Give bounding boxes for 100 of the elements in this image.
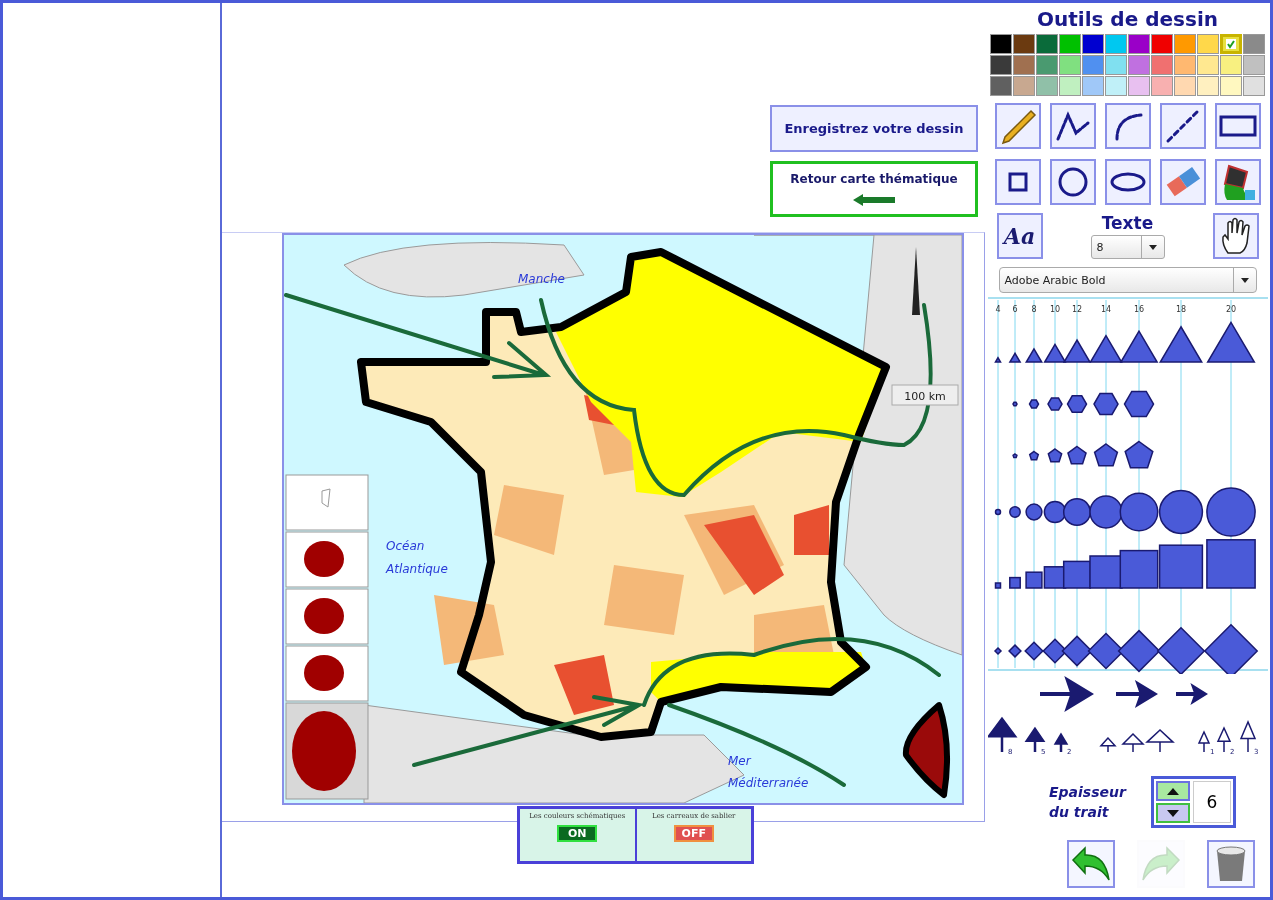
- diamond-icon[interactable]: [993, 646, 1002, 656]
- circle-icon[interactable]: [1205, 487, 1256, 537]
- color-swatch[interactable]: [1013, 34, 1035, 54]
- square-icon[interactable]: [1008, 576, 1021, 589]
- circle-icon[interactable]: [1043, 500, 1066, 524]
- decrement-button[interactable]: [1156, 803, 1190, 823]
- triangle-icon[interactable]: [1024, 347, 1043, 363]
- trash-button[interactable]: [1206, 840, 1255, 888]
- square-icon[interactable]: [1062, 560, 1091, 589]
- color-swatch[interactable]: [1243, 34, 1265, 54]
- arrow-icon[interactable]: [1239, 720, 1256, 753]
- circle-icon[interactable]: [1088, 495, 1123, 529]
- color-swatch[interactable]: [1036, 55, 1058, 75]
- tool-button[interactable]: [994, 159, 1041, 205]
- triangle-icon[interactable]: [1088, 334, 1123, 363]
- circle-icon[interactable]: [1062, 497, 1091, 527]
- color-swatch[interactable]: [1174, 55, 1196, 75]
- pentagon-icon[interactable]: [1011, 453, 1018, 459]
- diamond-icon[interactable]: [1156, 626, 1205, 674]
- hexagon-icon[interactable]: [1123, 390, 1154, 418]
- arrow-icon[interactable]: [1024, 726, 1045, 752]
- color-swatch[interactable]: [1220, 76, 1242, 96]
- arrow-icon[interactable]: [1175, 683, 1208, 705]
- color-swatch[interactable]: [1036, 76, 1058, 96]
- square-icon[interactable]: [1119, 549, 1158, 589]
- color-swatch[interactable]: [1174, 76, 1196, 96]
- circle-icon[interactable]: [1119, 492, 1158, 532]
- square-icon[interactable]: [1043, 566, 1066, 589]
- color-swatch[interactable]: [1151, 76, 1173, 96]
- arrow-icon[interactable]: [1120, 732, 1145, 753]
- triangle-icon[interactable]: [1042, 343, 1067, 363]
- color-swatch[interactable]: [1220, 34, 1242, 54]
- color-swatch[interactable]: [1174, 34, 1196, 54]
- color-swatch[interactable]: [990, 55, 1012, 75]
- pentagon-icon[interactable]: [1093, 443, 1118, 467]
- circle-icon[interactable]: [1158, 489, 1203, 535]
- color-swatch[interactable]: [1128, 76, 1150, 96]
- hexagon-icon[interactable]: [1046, 397, 1063, 411]
- circle-icon[interactable]: [1024, 503, 1043, 521]
- color-swatch[interactable]: [1151, 34, 1173, 54]
- color-swatch[interactable]: [990, 34, 1012, 54]
- triangle-icon[interactable]: [1062, 338, 1091, 363]
- arrow-icon[interactable]: [1053, 732, 1068, 752]
- circle-icon[interactable]: [994, 508, 1001, 516]
- color-swatch[interactable]: [1082, 34, 1104, 54]
- arrow-icon[interactable]: [1144, 728, 1175, 753]
- pentagon-icon[interactable]: [1046, 448, 1063, 463]
- diamond-icon[interactable]: [1060, 635, 1093, 667]
- triangle-icon[interactable]: [1008, 351, 1021, 363]
- color-swatch[interactable]: [1059, 55, 1081, 75]
- color-swatch[interactable]: [1197, 55, 1219, 75]
- color-swatch[interactable]: [1243, 76, 1265, 96]
- color-swatch[interactable]: [1151, 55, 1173, 75]
- tool-button[interactable]: [994, 103, 1041, 149]
- color-swatch[interactable]: [1013, 55, 1035, 75]
- color-swatch[interactable]: [1013, 76, 1035, 96]
- increment-button[interactable]: [1156, 781, 1190, 801]
- color-swatch[interactable]: [1243, 55, 1265, 75]
- pentagon-icon[interactable]: [1123, 440, 1154, 469]
- hand-tool-button[interactable]: [1212, 213, 1259, 259]
- diamond-icon[interactable]: [1117, 629, 1160, 673]
- diamond-icon[interactable]: [1007, 644, 1022, 658]
- triangle-icon[interactable]: [1119, 329, 1158, 363]
- hexagon-icon[interactable]: [1011, 401, 1018, 407]
- back-button[interactable]: Retour carte thématique: [770, 161, 978, 217]
- diamond-icon[interactable]: [1203, 623, 1258, 674]
- color-swatch[interactable]: [1036, 34, 1058, 54]
- toggle-switch[interactable]: OFF: [673, 825, 714, 842]
- toggle-switch[interactable]: ON: [557, 825, 598, 842]
- color-swatch[interactable]: [990, 76, 1012, 96]
- arrow-icon[interactable]: [1098, 736, 1117, 753]
- pentagon-icon[interactable]: [1028, 450, 1039, 461]
- hexagon-icon[interactable]: [1028, 399, 1039, 409]
- tool-button[interactable]: [1104, 103, 1151, 149]
- undo-button[interactable]: [1066, 840, 1115, 888]
- color-swatch[interactable]: [1197, 34, 1219, 54]
- triangle-icon[interactable]: [993, 356, 1002, 363]
- save-drawing-button[interactable]: Enregistrez votre dessin: [770, 105, 978, 152]
- color-swatch[interactable]: [1059, 34, 1081, 54]
- arrow-icon[interactable]: [987, 716, 1017, 752]
- triangle-icon[interactable]: [1158, 325, 1203, 363]
- arrow-icon[interactable]: [1216, 726, 1231, 753]
- hexagon-icon[interactable]: [1092, 392, 1119, 416]
- color-swatch[interactable]: [1105, 55, 1127, 75]
- color-swatch[interactable]: [1128, 55, 1150, 75]
- color-swatch[interactable]: [1220, 55, 1242, 75]
- tool-button[interactable]: [1049, 159, 1096, 205]
- tool-button[interactable]: [1159, 103, 1206, 149]
- hexagon-icon[interactable]: [1066, 395, 1087, 413]
- color-swatch[interactable]: [1082, 76, 1104, 96]
- square-icon[interactable]: [1024, 571, 1043, 589]
- color-swatch[interactable]: [1197, 76, 1219, 96]
- tool-button[interactable]: [1214, 103, 1261, 149]
- tool-button[interactable]: [1214, 159, 1261, 205]
- pentagon-icon[interactable]: [1066, 445, 1087, 465]
- tool-button[interactable]: [1049, 103, 1096, 149]
- color-swatch[interactable]: [1105, 76, 1127, 96]
- tool-button[interactable]: [1104, 159, 1151, 205]
- font-select[interactable]: Adobe Arabic Bold: [998, 267, 1257, 293]
- triangle-icon[interactable]: [1205, 320, 1256, 363]
